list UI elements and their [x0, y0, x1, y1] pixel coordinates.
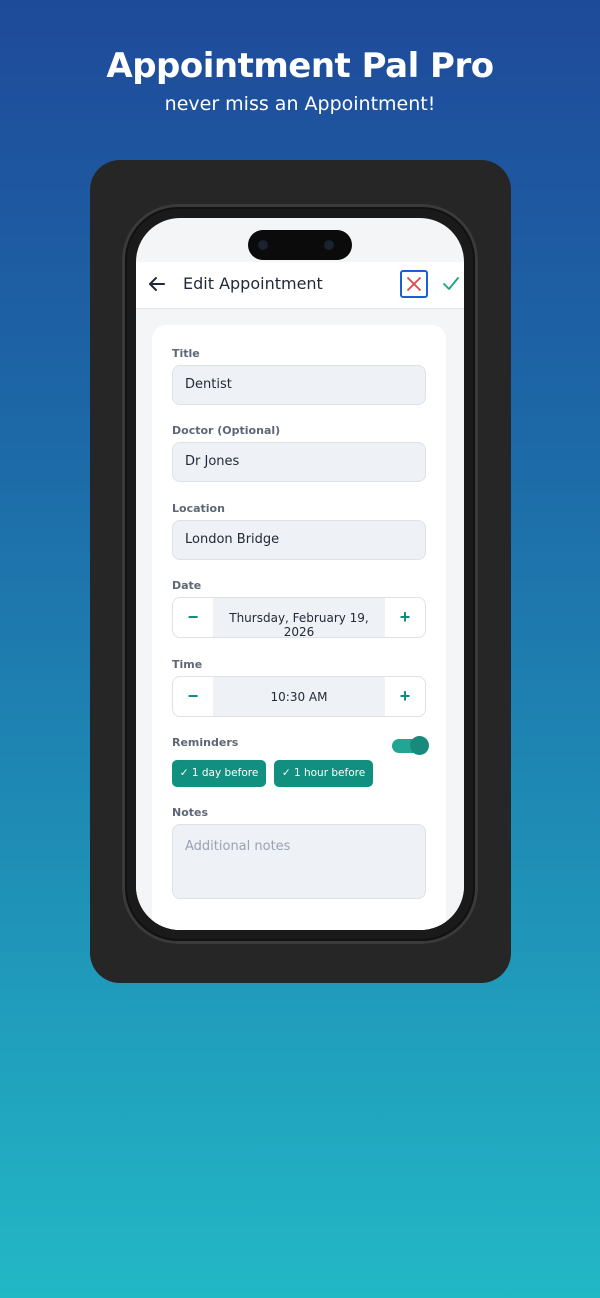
date-increment-button[interactable]: + — [395, 607, 415, 627]
app-bar: Edit Appointment — [136, 262, 464, 309]
phone-screen: Edit Appointment Title Dentist Doctor (O… — [136, 218, 464, 930]
notes-field[interactable]: Additional notes — [172, 824, 426, 899]
time-increment-button[interactable]: + — [395, 686, 415, 706]
time-label: Time — [172, 658, 203, 671]
dynamic-island — [248, 230, 352, 260]
date-decrement-button[interactable]: − — [183, 607, 203, 627]
time-decrement-button[interactable]: − — [183, 686, 203, 706]
title-field[interactable]: Dentist — [172, 365, 426, 405]
reminder-chip-1-hour[interactable]: ✓ 1 hour before — [274, 760, 373, 787]
reminder-chip-1-day[interactable]: ✓ 1 day before — [172, 760, 266, 787]
date-label: Date — [172, 579, 202, 592]
location-value: London Bridge — [185, 532, 280, 547]
doctor-field[interactable]: Dr Jones — [172, 442, 426, 482]
date-value: Thursday, February 19, 2026 — [229, 611, 369, 638]
back-button[interactable] — [148, 272, 168, 296]
date-stepper: − Thursday, February 19, 2026 + — [172, 597, 426, 638]
location-label: Location — [172, 502, 225, 515]
camera-icon — [258, 240, 268, 250]
cancel-button[interactable] — [400, 270, 428, 298]
time-value: 10:30 AM — [270, 690, 328, 704]
arrow-left-icon — [149, 277, 165, 291]
title-value: Dentist — [185, 377, 232, 392]
page-title: Edit Appointment — [183, 274, 323, 293]
save-button[interactable] — [441, 272, 461, 296]
toggle-knob — [410, 736, 429, 755]
form-content: Title Dentist Doctor (Optional) Dr Jones… — [136, 309, 464, 930]
title-label: Title — [172, 347, 200, 360]
form-card: Title Dentist Doctor (Optional) Dr Jones… — [152, 325, 446, 930]
close-icon — [407, 277, 421, 291]
time-stepper: − 10:30 AM + — [172, 676, 426, 717]
hero-title: Appointment Pal Pro — [106, 46, 494, 86]
notes-placeholder: Additional notes — [185, 839, 291, 854]
check-icon — [443, 277, 459, 290]
reminders-toggle[interactable] — [392, 736, 429, 755]
hero-subtitle: never miss an Appointment! — [164, 93, 436, 115]
reminders-label: Reminders — [172, 736, 239, 749]
location-field[interactable]: London Bridge — [172, 520, 426, 560]
notes-label: Notes — [172, 806, 209, 819]
doctor-value: Dr Jones — [185, 454, 240, 469]
sensor-icon — [324, 240, 334, 250]
doctor-label: Doctor (Optional) — [172, 424, 281, 437]
